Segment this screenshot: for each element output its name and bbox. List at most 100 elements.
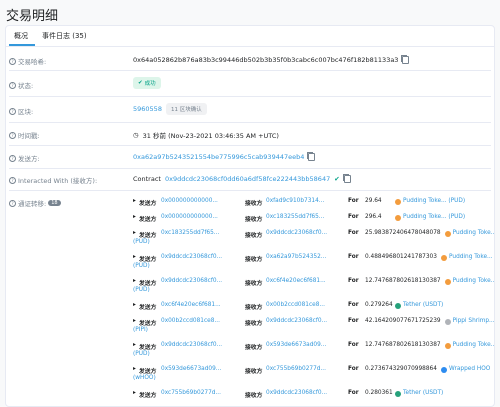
transfer-to-address[interactable]: 0x593de6673ad09... [266,342,326,348]
transfer-from-label: 发送方 [139,321,157,327]
transfers-label: 通证转移: [18,200,47,208]
transfer-from-label: 发送方 [139,393,157,399]
transfer-from-address[interactable]: 0xc755b69b0277d... [161,390,221,396]
confirmations-badge: 11 区块确认 [165,103,207,115]
arrow-icon: ▸ [133,230,136,236]
arrow-icon: ▸ [133,342,136,348]
token-icon [441,367,447,373]
token-symbol[interactable]: (wHOO) [133,375,156,381]
token-symbol[interactable]: (PUD) [133,239,150,245]
tx-hash-label: 交易哈希: [18,58,47,66]
token-name-link[interactable]: Pudding Toke... (PUD) [403,214,465,220]
transfer-amount: 0.273674329070998864 [365,366,437,372]
token-name-link[interactable]: Pudding Toke... [453,230,494,236]
transaction-details-card: 概况 事件日志 (35) ? 交易哈希: 0x64a052862b876a83b3… [5,25,495,407]
transfer-to-address[interactable]: 0xa62a97b524352... [266,254,326,260]
transfer-for-label: For [348,214,359,220]
token-icon [444,319,451,325]
token-symbol[interactable]: (PUD) [133,351,150,357]
transfer-to-label: 接收方 [245,305,263,311]
help-icon: ? [9,154,16,162]
transfer-from-address[interactable]: 0x9ddcdc23068cf0... [161,278,222,284]
help-icon: ? [9,199,16,207]
transfer-to-address[interactable]: 0x9ddcdc23068cf0... [266,390,327,396]
divider [9,96,491,97]
contract-address-link[interactable]: 0x9ddcdc23068cf0dd60a6df58fce222443bb586… [165,175,330,183]
transfer-from-address[interactable]: 0xc183255dd7f65... [161,230,219,236]
transfer-from-address[interactable]: 0x000000000000... [161,214,218,220]
transfer-amount: 0.280361 [365,390,393,396]
divider [9,70,491,71]
transfer-to-label: 接收方 [245,217,263,223]
help-icon: ? [9,57,16,65]
tab-event-logs[interactable]: 事件日志 (35) [42,31,87,41]
copy-icon[interactable] [307,152,316,161]
arrow-icon: ▸ [133,318,136,324]
block-number-link[interactable]: 5960558 [133,105,162,113]
transfer-amount: 296.4 [365,214,382,220]
token-icon [444,231,451,237]
transfer-to-address[interactable]: 0xc755b69b0277d... [266,366,326,372]
transfer-from-address[interactable]: 0x9ddcdc23068cf0... [161,254,222,260]
transfer-to-address[interactable]: 0x00b2ccd081ce8... [266,302,325,308]
transfer-from-address[interactable]: 0x9ddcdc23068cf0... [161,342,222,348]
transfer-for-label: For [348,230,359,236]
arrow-icon: ▸ [133,302,136,308]
transfer-from-address[interactable]: 0xc6f4e20ec6f681... [161,302,221,308]
transfer-row: ▸ 发送方 0xc183255dd7f65... 接收方 0x9ddcdc23068cf… [133,230,494,254]
token-symbol[interactable]: (PIPI) [133,327,148,333]
transfer-to-label: 接收方 [245,257,263,263]
copy-icon[interactable] [401,55,410,64]
clock-icon: ◷ [133,131,139,139]
transfer-amount: 42.164209077671725239 [365,318,441,324]
verified-check-icon: ✔ [334,175,340,183]
transfer-to-address[interactable]: 0x9ddcdc23068cf0... [266,318,327,324]
timestamp-value: 31 秒前 (Nov-23-2021 03:46:35 AM +UTC) [142,132,279,140]
transfer-to-label: 接收方 [245,369,263,375]
token-icon [395,215,401,221]
token-name-link[interactable]: Pippi Shrimp... [453,318,494,324]
token-name-link[interactable]: Pudding Toke... [453,278,494,284]
transfer-to-address[interactable]: 0x9ddcdc23068cf0... [266,230,327,236]
transfer-amount: 12.747687802618130387 [365,278,441,284]
transfer-to-address[interactable]: 0xfad9c910b7314... [266,198,324,204]
transfer-from-label: 发送方 [139,233,157,239]
from-label: 发送方: [18,155,40,163]
token-name-link[interactable]: Tether (USDT) [403,302,443,308]
divider [9,122,491,123]
status-value: 成功 [144,81,156,87]
token-name-link[interactable]: Pudding Toke... [453,342,494,348]
transfer-from-address[interactable]: 0x000000000000... [161,198,218,204]
transfer-from-label: 发送方 [139,369,157,375]
transfer-amount: 29.64 [365,198,382,204]
interacted-label: Interacted With (接收方): [18,177,98,185]
token-name-link[interactable]: Wrapped HOO [449,366,490,372]
transfer-for-label: For [348,254,359,260]
transfer-from-address[interactable]: 0x593de6673ad09... [161,366,221,372]
transfer-for-label: For [348,366,359,372]
active-tab-indicator [9,44,35,46]
tab-overview[interactable]: 概况 [14,31,28,41]
token-symbol[interactable]: (PUD) [133,287,150,293]
transfer-from-label: 发送方 [139,217,157,223]
transfer-amount: 0.279264 [365,302,393,308]
transfer-from-address[interactable]: 0x00b2ccd081ce8... [161,318,220,324]
tx-hash-value: 0x64a052862b876a83b3c99446db502b3b35f0b3… [133,56,399,64]
transfer-from-label: 发送方 [139,281,157,287]
copy-icon[interactable] [342,174,351,183]
token-name-link[interactable]: Pudding Toke... (PUD) [403,198,465,204]
transfer-from-label: 发送方 [139,305,157,311]
transfer-to-address[interactable]: 0xc183255dd7f65... [266,214,324,220]
divider [9,145,491,146]
transfer-amount: 12.747687802618130387 [365,342,441,348]
transfer-from-label: 发送方 [139,201,157,207]
transfer-row: ▸ 发送方 0x00b2ccd081ce8... 接收方 0x9ddcdc23068cf… [133,318,494,342]
token-name-link[interactable]: Tether (USDT) [403,390,443,396]
transfer-for-label: For [348,342,359,348]
transfer-for-label: For [348,198,359,204]
from-address-link[interactable]: 0xa62a97b5243521554be775996c5cab939447ee… [133,153,304,161]
transfer-to-address[interactable]: 0xc6f4e20ec6f681... [266,278,326,284]
token-icon [395,199,401,205]
token-symbol[interactable]: (PUD) [133,263,150,269]
token-name-link[interactable]: Pudding Toke... [449,254,493,260]
